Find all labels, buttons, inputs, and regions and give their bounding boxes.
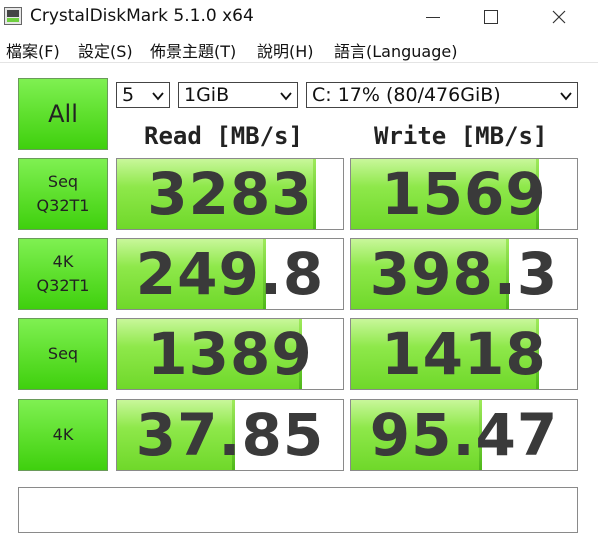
close-icon — [552, 10, 566, 24]
write-result-4k-q32t1: 398.3 — [350, 238, 578, 310]
count-value: 5 — [122, 84, 135, 106]
all-button-label: All — [48, 100, 78, 128]
menu-theme[interactable]: 佈景主題(T) — [150, 38, 236, 62]
size-select[interactable]: 1GiB — [178, 82, 298, 108]
test-button-4k[interactable]: 4K — [18, 399, 108, 471]
write-header: Write [MB/s] — [374, 122, 548, 150]
read-result-value: 37.85 — [135, 401, 325, 469]
write-result-value: 1418 — [381, 320, 547, 388]
read-result-value: 249.8 — [135, 240, 325, 308]
all-button[interactable]: All — [18, 78, 108, 150]
read-result-seq-q32t1: 3283 — [116, 158, 344, 230]
write-result-seq: 1418 — [350, 318, 578, 390]
test-button-label: Seq — [47, 344, 79, 363]
drive-value: C: 17% (80/476GiB) — [312, 84, 501, 106]
write-result-value: 95.47 — [369, 401, 559, 469]
menu-help[interactable]: 說明(H) — [257, 38, 314, 62]
minimize-button[interactable] — [410, 0, 456, 34]
minimize-icon — [426, 16, 440, 18]
test-button-seq[interactable]: Seq — [18, 318, 108, 390]
menu-language[interactable]: 語言(Language) — [334, 38, 457, 62]
chevron-down-icon — [560, 92, 572, 101]
count-select[interactable]: 5 — [116, 82, 170, 108]
write-result-value: 398.3 — [369, 240, 559, 308]
drive-select[interactable]: C: 17% (80/476GiB) — [306, 82, 578, 108]
status-bar — [18, 487, 578, 533]
test-button-label: 4K — [52, 425, 74, 444]
write-result-4k: 95.47 — [350, 399, 578, 471]
menu-file[interactable]: 檔案(F) — [6, 38, 60, 62]
read-result-4k: 37.85 — [116, 399, 344, 471]
app-icon — [4, 7, 22, 25]
menu-settings[interactable]: 設定(S) — [78, 38, 133, 62]
maximize-button[interactable] — [468, 0, 514, 34]
menu-bar: 檔案(F) 設定(S) 佈景主題(T) 說明(H) 語言(Language) — [0, 34, 598, 62]
maximize-icon — [484, 10, 498, 24]
write-result-seq-q32t1: 1569 — [350, 158, 578, 230]
write-result-value: 1569 — [381, 160, 547, 228]
read-result-4k-q32t1: 249.8 — [116, 238, 344, 310]
size-value: 1GiB — [184, 84, 230, 106]
test-button-seq-q32t1[interactable]: Seq Q32T1 — [18, 158, 108, 230]
test-button-label: Seq Q32T1 — [36, 172, 90, 215]
close-button[interactable] — [536, 0, 582, 34]
title-bar: CrystalDiskMark 5.1.0 x64 — [0, 0, 598, 34]
chevron-down-icon — [152, 92, 164, 101]
test-button-label: 4K Q32T1 — [36, 252, 90, 295]
read-result-value: 1389 — [147, 320, 313, 388]
window-title: CrystalDiskMark 5.1.0 x64 — [30, 6, 254, 26]
test-button-4k-q32t1[interactable]: 4K Q32T1 — [18, 238, 108, 310]
read-header: Read [MB/s] — [144, 122, 303, 150]
read-result-seq: 1389 — [116, 318, 344, 390]
chevron-down-icon — [280, 92, 292, 101]
read-result-value: 3283 — [147, 160, 313, 228]
